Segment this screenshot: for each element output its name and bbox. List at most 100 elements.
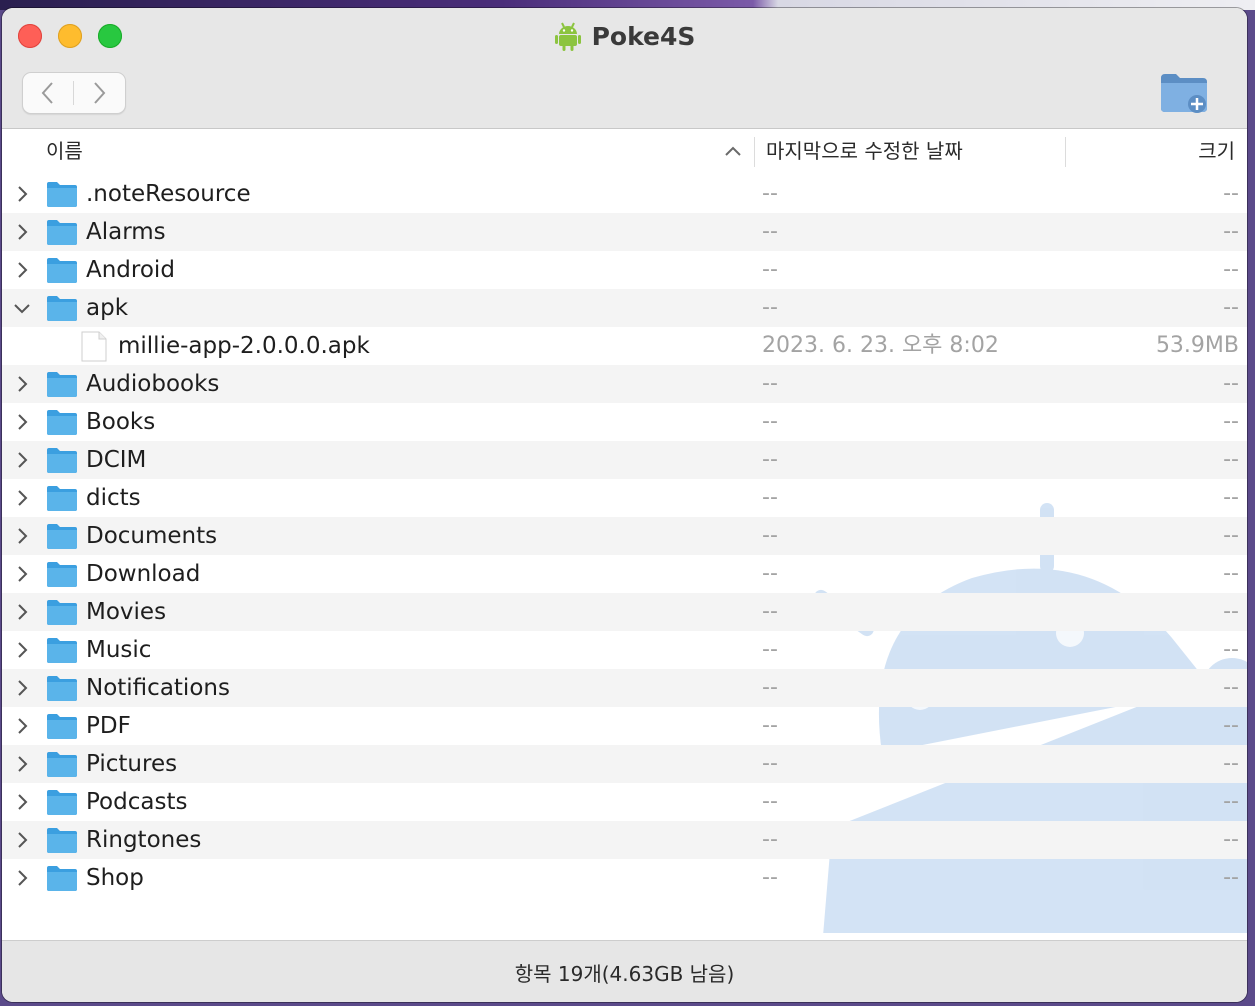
disclosure-chevron-right-icon[interactable] [12,564,32,584]
item-date: -- [762,561,778,586]
folder-row[interactable]: Books -- -- [2,403,1247,441]
item-size: -- [1223,257,1239,282]
column-divider[interactable] [1065,137,1066,167]
column-header-modified[interactable]: 마지막으로 수정한 날짜 [766,129,963,173]
folder-icon [46,408,78,436]
item-name: Download [86,561,201,587]
item-size: -- [1223,675,1239,700]
folder-row[interactable]: Ringtones -- -- [2,821,1247,859]
column-header-size[interactable]: 크기 [1198,129,1235,173]
item-size: -- [1223,371,1239,396]
item-date: -- [762,789,778,814]
folder-icon [46,484,78,512]
status-bar: 항목 19개(4.63GB 남음) [2,940,1247,1002]
disclosure-chevron-right-icon[interactable] [12,640,32,660]
folder-row[interactable]: Music -- -- [2,631,1247,669]
disclosure-chevron-right-icon[interactable] [12,184,32,204]
item-date: -- [762,751,778,776]
folder-icon [46,180,78,208]
item-size: -- [1223,713,1239,738]
folder-row[interactable]: apk -- -- [2,289,1247,327]
forward-button[interactable] [74,73,124,113]
folder-icon [46,522,78,550]
folder-row[interactable]: Android -- -- [2,251,1247,289]
column-divider[interactable] [754,137,755,167]
file-row[interactable]: millie-app-2.0.0.0.apk 2023. 6. 23. 오후 8:… [2,327,1247,365]
folder-icon [46,712,78,740]
folder-row[interactable]: dicts -- -- [2,479,1247,517]
folder-icon [46,674,78,702]
disclosure-chevron-right-icon[interactable] [12,868,32,888]
back-button[interactable] [23,73,73,113]
item-name: .noteResource [86,181,251,207]
item-size: -- [1223,637,1239,662]
folder-icon [46,370,78,398]
item-name: Shop [86,865,144,891]
item-name: DCIM [86,447,147,473]
folder-row[interactable]: DCIM -- -- [2,441,1247,479]
disclosure-chevron-right-icon[interactable] [12,526,32,546]
item-size: -- [1223,181,1239,206]
item-date: -- [762,599,778,624]
folder-row[interactable]: Notifications -- -- [2,669,1247,707]
disclosure-chevron-down-icon[interactable] [12,298,32,318]
disclosure-chevron-right-icon[interactable] [12,222,32,242]
disclosure-chevron-right-icon[interactable] [12,450,32,470]
item-date: -- [762,371,778,396]
item-date: -- [762,181,778,206]
disclosure-chevron-right-icon[interactable] [12,488,32,508]
item-date: -- [762,675,778,700]
item-date: -- [762,523,778,548]
folder-icon [46,750,78,778]
item-date: -- [762,827,778,852]
folder-icon [46,826,78,854]
item-date: -- [762,409,778,434]
folder-icon [46,788,78,816]
disclosure-chevron-right-icon[interactable] [12,830,32,850]
item-size: 53.9MB [1155,333,1239,358]
folder-row[interactable]: Podcasts -- -- [2,783,1247,821]
disclosure-chevron-right-icon[interactable] [12,602,32,622]
folder-row[interactable]: PDF -- -- [2,707,1247,745]
new-folder-icon[interactable] [1158,70,1210,116]
folder-row[interactable]: Documents -- -- [2,517,1247,555]
disclosure-chevron-right-icon[interactable] [12,260,32,280]
window-title: Poke4S [591,21,696,51]
finder-window: Poke4S 이름 마지막으로 수정한 날짜 크기 .noteResource … [2,8,1247,1002]
item-name: Pictures [86,751,178,777]
chevron-up-icon[interactable] [724,143,742,159]
folder-row[interactable]: Shop -- -- [2,859,1247,897]
item-date: -- [762,219,778,244]
title-bar: Poke4S [2,8,1247,129]
item-size: -- [1223,485,1239,510]
disclosure-chevron-right-icon[interactable] [12,678,32,698]
item-size: -- [1223,827,1239,852]
item-name: Audiobooks [86,371,220,397]
disclosure-chevron-right-icon[interactable] [12,374,32,394]
item-name: PDF [86,713,131,739]
item-name: Notifications [86,675,230,701]
column-header-name[interactable]: 이름 [46,129,83,173]
folder-row[interactable]: Pictures -- -- [2,745,1247,783]
folder-row[interactable]: .noteResource -- -- [2,175,1247,213]
item-name: millie-app-2.0.0.0.apk [118,333,370,359]
folder-icon [46,218,78,246]
item-date: -- [762,257,778,282]
item-name: Podcasts [86,789,188,815]
item-size: -- [1223,447,1239,472]
folder-icon [46,256,78,284]
item-name: dicts [86,485,141,511]
folder-icon [46,446,78,474]
folder-row[interactable]: Download -- -- [2,555,1247,593]
disclosure-chevron-right-icon[interactable] [12,716,32,736]
folder-row[interactable]: Audiobooks -- -- [2,365,1247,403]
item-date: -- [762,713,778,738]
folder-row[interactable]: Movies -- -- [2,593,1247,631]
window-title-group: Poke4S [2,18,1247,54]
disclosure-chevron-right-icon[interactable] [12,754,32,774]
item-size: -- [1223,219,1239,244]
disclosure-chevron-right-icon[interactable] [12,792,32,812]
folder-row[interactable]: Alarms -- -- [2,213,1247,251]
item-size: -- [1223,865,1239,890]
disclosure-chevron-right-icon[interactable] [12,412,32,432]
